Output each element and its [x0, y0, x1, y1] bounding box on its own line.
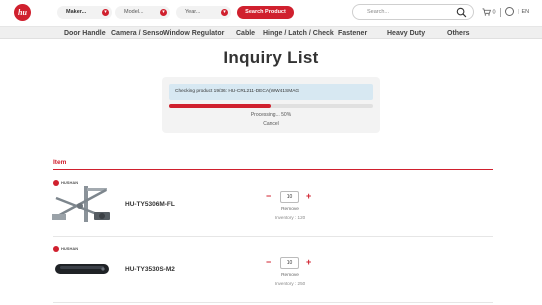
progress-text: Processing... 50% — [250, 112, 292, 118]
remove-item-link[interactable]: Remove — [270, 207, 310, 212]
increase-quantity-button[interactable]: + — [306, 192, 311, 201]
progress-bar-fill — [169, 104, 271, 108]
category-camera-sensor[interactable]: Camera / Senso — [111, 27, 164, 40]
checking-status: Checking product 19/36: HU-CRL211-DECA(W… — [169, 84, 373, 100]
category-nav: Door Handle Camera / Senso Window Regula… — [0, 26, 542, 39]
category-window-regulator[interactable]: Window Regulator — [163, 27, 224, 40]
chevron-down-icon: ▾ — [160, 9, 167, 16]
quantity-input[interactable]: 10 — [280, 191, 299, 203]
row-divider — [53, 302, 493, 303]
category-hinge-latch-check[interactable]: Hinge / Latch / Check — [263, 27, 334, 40]
category-heavy-duty[interactable]: Heavy Duty — [387, 27, 425, 40]
window-regulator-image — [52, 186, 110, 222]
model-select-label: Model... — [124, 9, 144, 15]
search-icon[interactable] — [456, 7, 467, 18]
search-placeholder: Search... — [367, 9, 390, 15]
search-product-button[interactable]: Search Product — [237, 6, 294, 19]
cancel-link[interactable]: Cancel — [162, 121, 380, 127]
quantity-input[interactable]: 10 — [280, 257, 299, 269]
year-select-label: Year... — [185, 9, 201, 15]
chevron-down-icon: ▾ — [221, 9, 228, 16]
cart-count: 0 — [492, 9, 496, 16]
search-input[interactable]: Search... — [352, 4, 474, 20]
item-sku: HU-TY5306M-FL — [125, 201, 175, 208]
category-fastener[interactable]: Fastener — [338, 27, 367, 40]
category-others[interactable]: Others — [447, 27, 470, 40]
brand-logo[interactable]: hu — [14, 4, 31, 21]
item-sku: HU-TY3530S-M2 — [125, 266, 175, 273]
page-title: Inquiry List — [223, 48, 319, 67]
header-divider — [500, 8, 501, 17]
brand-badge: HUSHAN — [53, 246, 78, 252]
brand-name: HUSHAN — [61, 246, 79, 251]
items-header-divider — [53, 169, 493, 170]
language-label: EN — [521, 9, 530, 15]
user-icon[interactable] — [505, 7, 514, 16]
remove-item-link[interactable]: Remove — [270, 273, 310, 278]
decrease-quantity-button[interactable]: − — [266, 192, 271, 201]
year-select[interactable]: Year... ▾ — [176, 6, 231, 19]
chevron-down-icon: ▾ — [102, 9, 109, 16]
maker-select[interactable]: Maker... ▾ — [57, 6, 112, 19]
decrease-quantity-button[interactable]: − — [266, 258, 271, 267]
cart-icon — [482, 8, 491, 16]
language-switch[interactable]: | EN — [518, 8, 529, 17]
category-cable[interactable]: Cable — [236, 27, 255, 40]
model-select[interactable]: Model... ▾ — [115, 6, 170, 19]
progress-bar — [169, 104, 373, 108]
inventory-count: Inventory : 120 — [274, 215, 306, 220]
maker-select-label: Maker... — [66, 9, 87, 15]
row-divider — [53, 236, 493, 237]
door-handle-image — [55, 264, 109, 274]
processing-panel: Checking product 19/36: HU-CRL211-DECA(W… — [162, 77, 380, 133]
brand-logo-icon — [53, 246, 59, 252]
top-header: hu Maker... ▾ Model... ▾ Year... ▾ Searc… — [0, 0, 542, 26]
cart-link[interactable]: 0 — [482, 8, 496, 17]
inventory-count: Inventory : 250 — [274, 281, 306, 286]
items-header: Item — [53, 159, 67, 166]
increase-quantity-button[interactable]: + — [306, 258, 311, 267]
language-divider: | — [518, 9, 520, 15]
category-door-handle[interactable]: Door Handle — [64, 27, 106, 40]
